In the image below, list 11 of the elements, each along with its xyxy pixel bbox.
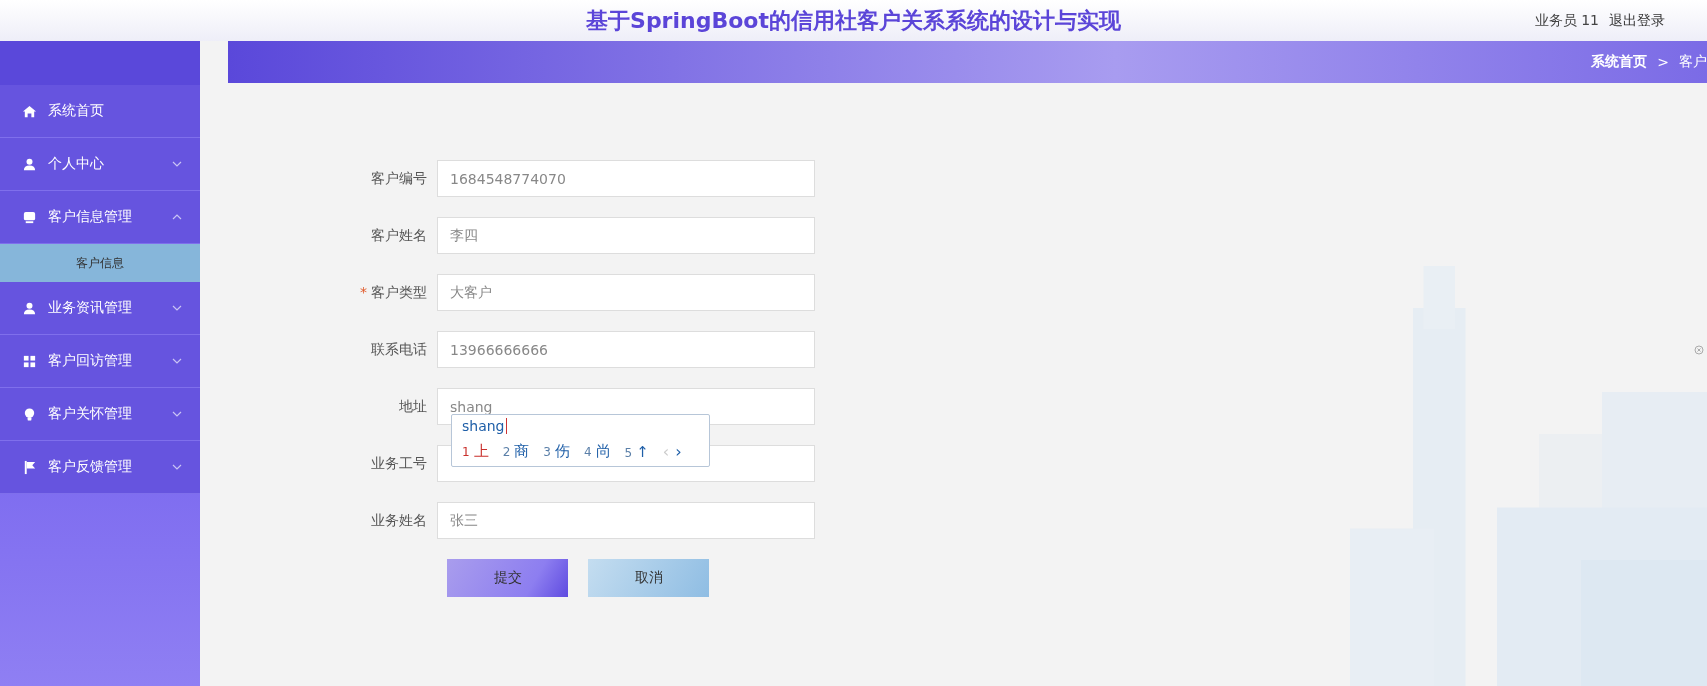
ime-composition: shang	[462, 418, 507, 434]
field-label: 地址	[398, 397, 428, 416]
field-label: 客户姓名	[370, 226, 428, 245]
field-label: 客户编号	[370, 169, 428, 188]
field-label: * 客户类型	[359, 283, 428, 302]
breadcrumb-separator: >	[1657, 54, 1669, 70]
field-label: 联系电话	[370, 340, 428, 359]
field-label: 业务姓名	[370, 511, 428, 530]
user-name: 业务员 11	[1534, 11, 1599, 30]
field-label: 业务工号	[370, 454, 428, 473]
app-title: 基于SpringBoot的信用社客户关系系统的设计与实现	[586, 6, 1121, 35]
